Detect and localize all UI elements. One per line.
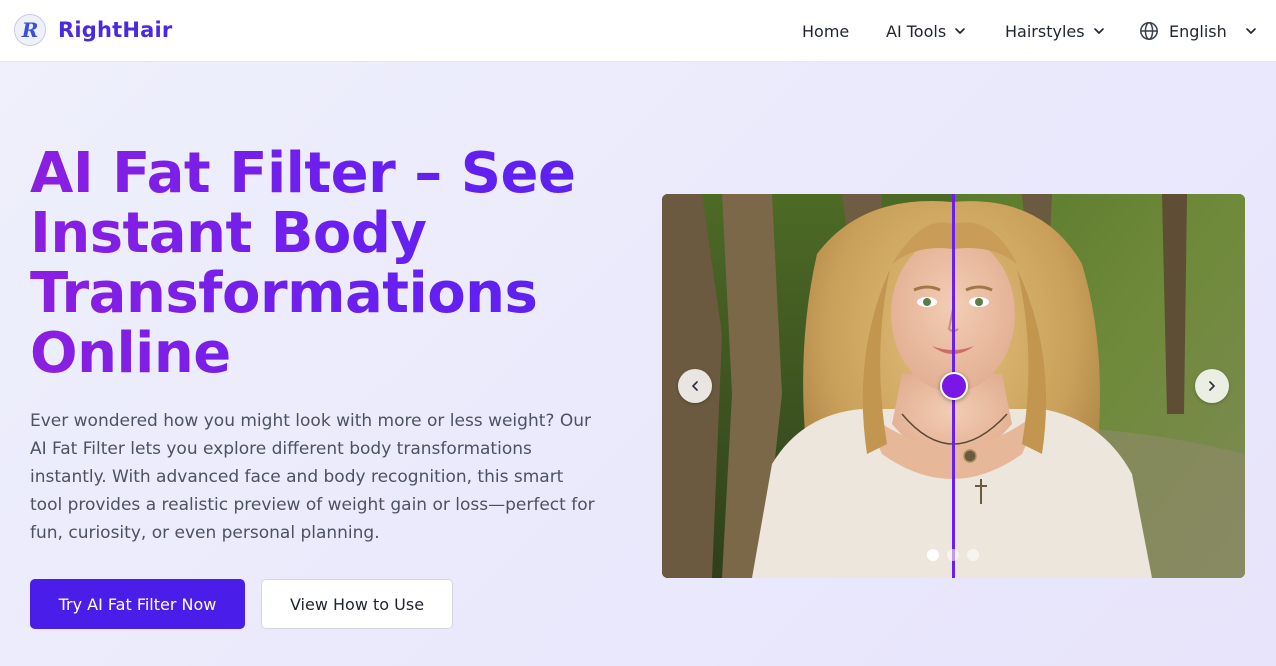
globe-icon — [1140, 22, 1158, 40]
hero-description: Ever wondered how you might look with mo… — [30, 411, 595, 543]
nav-ai-tools-label: AI Tools — [886, 21, 947, 41]
chevron-right-icon — [1209, 381, 1215, 391]
nav-home-label: Home — [802, 21, 850, 41]
view-how-to-use-button[interactable]: View How to Use — [261, 579, 453, 629]
carousel-dots — [927, 549, 979, 561]
before-after-carousel[interactable] — [662, 194, 1245, 578]
language-label: English — [1169, 21, 1227, 41]
nav-hairstyles[interactable]: Hairstyles — [1005, 20, 1105, 42]
language-selector[interactable]: English — [1139, 20, 1257, 42]
r-logo-icon: R — [14, 14, 46, 46]
chevron-down-icon — [955, 28, 965, 34]
carousel-dot-3[interactable] — [967, 549, 979, 561]
nav-ai-tools[interactable]: AI Tools — [886, 20, 966, 42]
try-ai-fat-filter-button[interactable]: Try AI Fat Filter Now — [30, 579, 245, 629]
site-header: R RightHair Home AI Tools Hairstyles Eng… — [0, 0, 1276, 62]
chevron-down-icon — [1245, 28, 1256, 34]
nav-home[interactable]: Home — [802, 20, 849, 42]
hero-title: AI Fat Filter – See Instant Body Transfo… — [30, 144, 610, 384]
brand-logo[interactable]: R RightHair — [14, 14, 173, 46]
comparison-slider-handle[interactable] — [940, 372, 968, 400]
carousel-prev-button[interactable] — [678, 369, 712, 403]
carousel-next-button[interactable] — [1195, 369, 1229, 403]
chevron-down-icon — [1093, 28, 1104, 34]
nav-hairstyles-label: Hairstyles — [1005, 21, 1085, 41]
brand-name: RightHair — [58, 18, 173, 42]
carousel-dot-1[interactable] — [927, 549, 939, 561]
carousel-dot-2[interactable] — [947, 549, 959, 561]
chevron-left-icon — [692, 381, 698, 391]
